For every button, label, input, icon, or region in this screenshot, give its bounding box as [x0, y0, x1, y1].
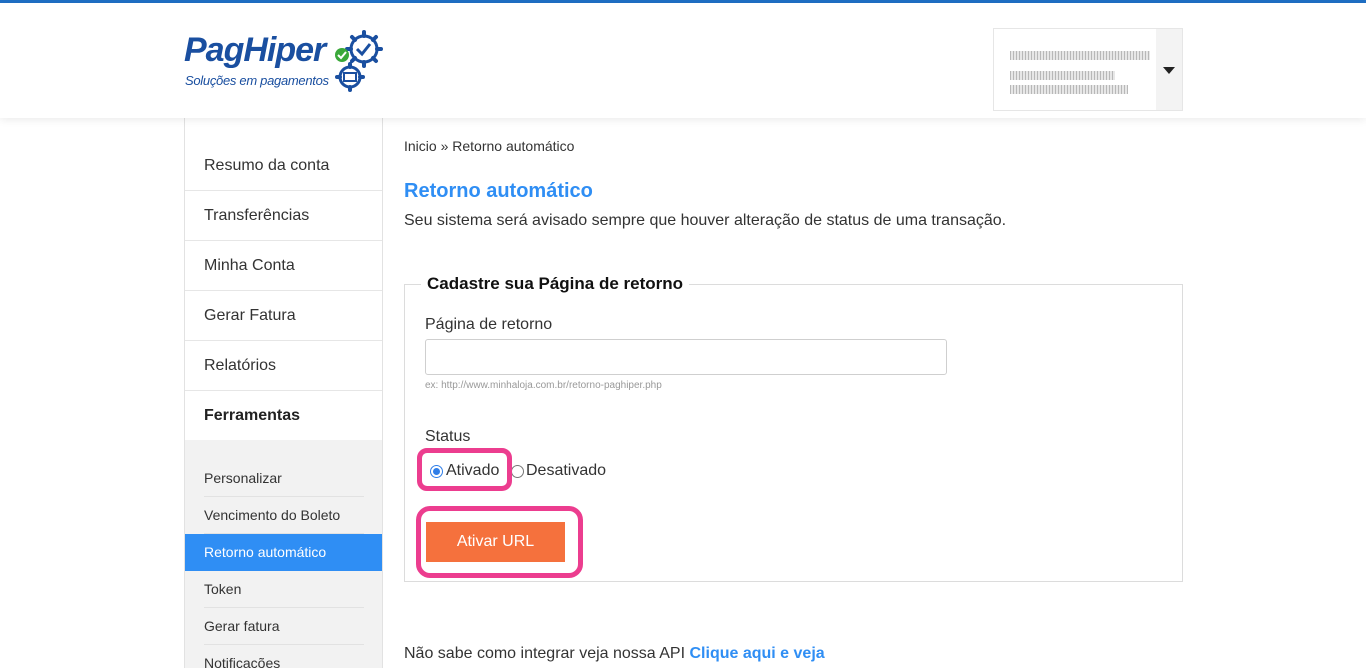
return-page-form: Cadastre sua Página de retorno Página de… [404, 274, 1183, 582]
subitem-token[interactable]: Token [185, 571, 382, 608]
url-hint: ex: http://www.minhaloja.com.br/retorno-… [425, 380, 662, 391]
sidebar-item-transferencias[interactable]: Transferências [185, 191, 382, 241]
subitem-gerar-fatura[interactable]: Gerar fatura [185, 608, 382, 645]
caret-down-icon [1163, 67, 1175, 74]
status-desativado-radio[interactable] [511, 465, 524, 478]
logo[interactable]: PagHiper Soluções em pagamentos [184, 29, 394, 95]
page-title: Retorno automático [404, 180, 593, 202]
logo-tagline: Soluções em pagamentos [185, 73, 329, 88]
subitem-personalizar[interactable]: Personalizar [185, 460, 382, 497]
subitem-vencimento-boleto[interactable]: Vencimento do Boleto [185, 497, 382, 534]
url-label: Página de retorno [425, 316, 553, 333]
ativar-url-button[interactable]: Ativar URL [426, 522, 565, 562]
api-note: Não sabe como integrar veja nossa API Cl… [404, 645, 825, 663]
return-url-input[interactable] [425, 339, 947, 375]
api-note-text: Não sabe como integrar veja nossa API [404, 645, 686, 662]
sidebar: Resumo da conta Transferências Minha Con… [184, 118, 383, 668]
status-label: Status [425, 428, 471, 445]
sidebar-item-gerar-fatura[interactable]: Gerar Fatura [185, 291, 382, 341]
status-desativado-label[interactable]: Desativado [526, 462, 606, 480]
account-id-redacted [1010, 85, 1128, 94]
breadcrumb[interactable]: Inicio » Retorno automático [404, 138, 574, 154]
account-name-redacted [1010, 51, 1150, 60]
page-description: Seu sistema será avisado sempre que houv… [404, 212, 1007, 229]
account-email-redacted [1010, 71, 1115, 80]
account-dropdown[interactable] [993, 28, 1183, 111]
highlight-ativado [417, 448, 512, 491]
form-legend: Cadastre sua Página de retorno [421, 274, 690, 294]
sidebar-item-ferramentas[interactable]: Ferramentas [185, 391, 382, 441]
header: PagHiper Soluções em pagamentos [0, 3, 1366, 118]
sidebar-item-relatorios[interactable]: Relatórios [185, 341, 382, 391]
api-link[interactable]: Clique aqui e veja [690, 645, 825, 662]
gears-icon [335, 30, 383, 92]
sidebar-sub-menu: Personalizar Vencimento do Boleto Retorn… [185, 440, 382, 668]
logo-name: PagHiper [184, 31, 326, 69]
subitem-retorno-automatico[interactable]: Retorno automático [185, 534, 382, 571]
sidebar-main-menu: Resumo da conta Transferências Minha Con… [185, 141, 382, 441]
subitem-notificacoes[interactable]: Notificações [185, 645, 382, 668]
sidebar-item-resumo[interactable]: Resumo da conta [185, 141, 382, 191]
account-caret-box[interactable] [1156, 29, 1182, 110]
sidebar-item-minha-conta[interactable]: Minha Conta [185, 241, 382, 291]
